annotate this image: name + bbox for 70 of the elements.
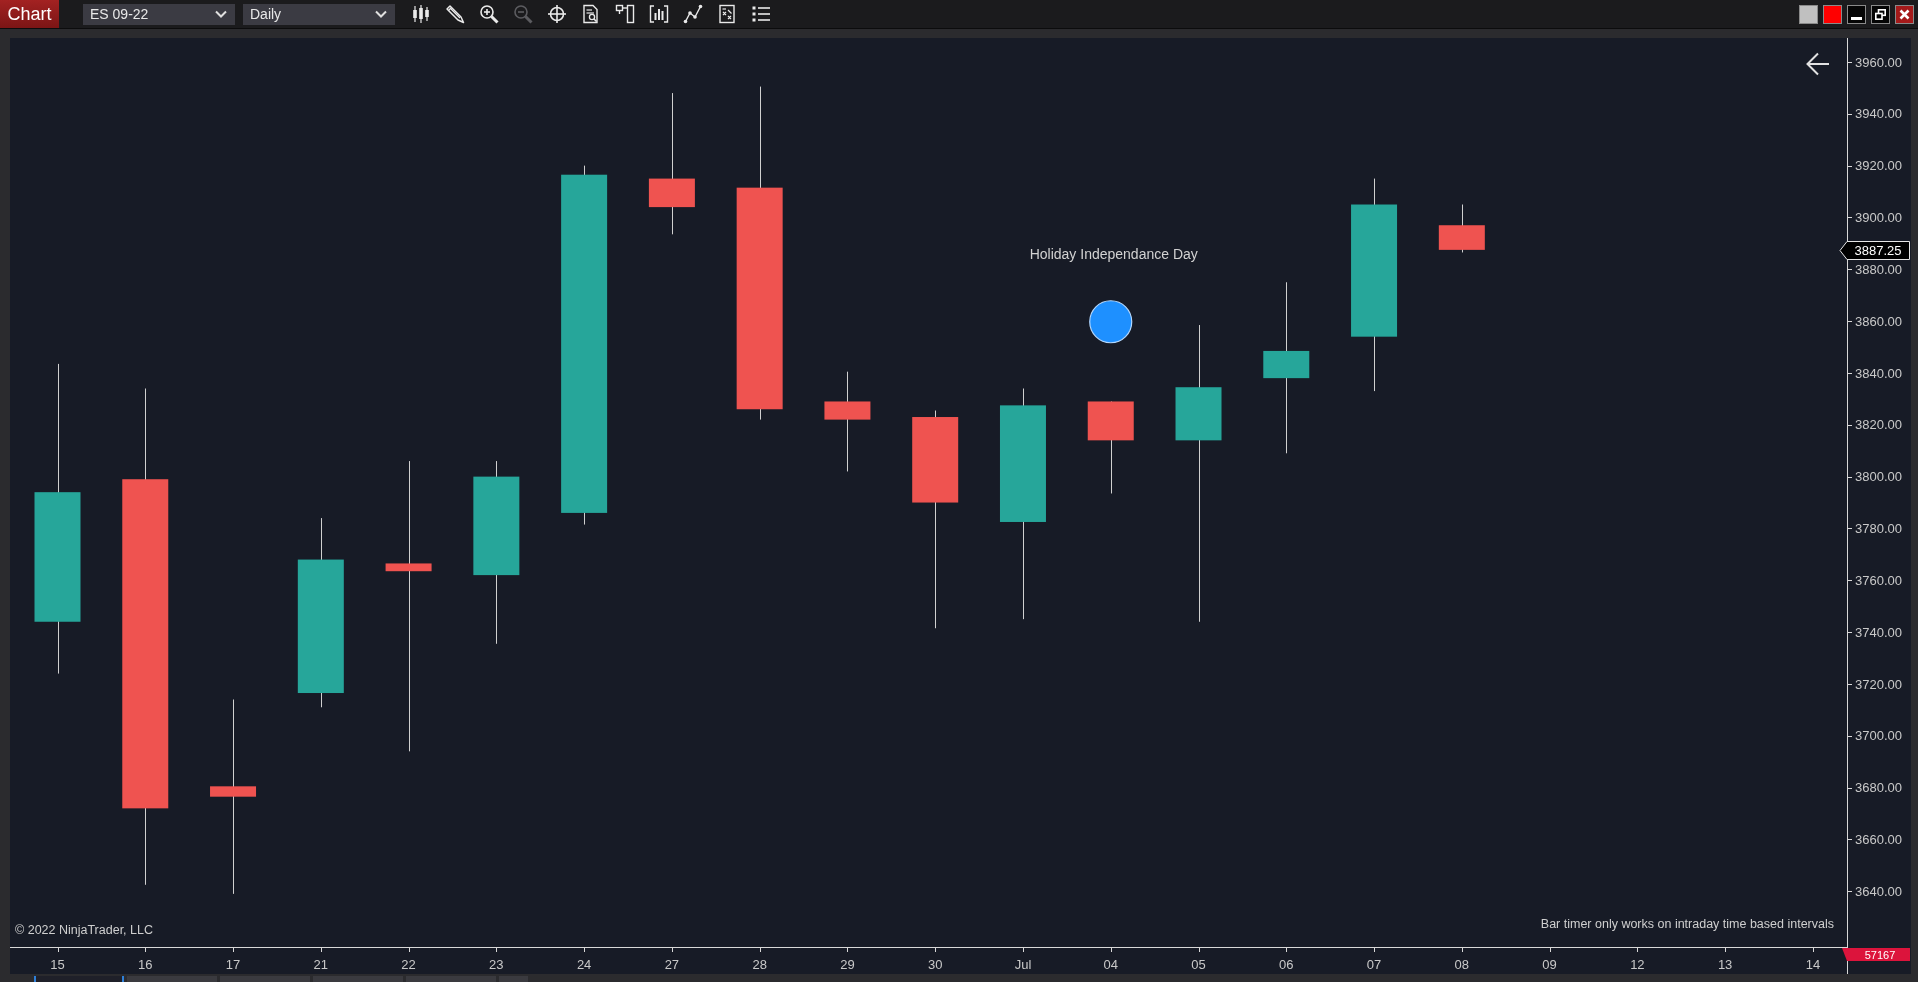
line-chart-icon[interactable]: [683, 4, 703, 24]
x-axis-label: 21: [313, 957, 329, 972]
minimize-icon: [1851, 16, 1862, 20]
y-axis-label: 3780.00: [1855, 521, 1902, 537]
link-button[interactable]: [1823, 4, 1842, 24]
x-axis-label: 05: [1191, 957, 1206, 972]
window-title: Chart: [0, 0, 59, 28]
y-axis-label: 3960.00: [1855, 54, 1902, 70]
x-axis-label: 24: [576, 957, 592, 972]
list-icon[interactable]: [751, 4, 771, 24]
copyright-text: © 2022 NinjaTrader, LLC: [15, 923, 153, 937]
document-icon[interactable]: [717, 4, 737, 24]
y-axis-label: 3640.00: [1855, 883, 1902, 899]
candle: [1438, 204, 1485, 253]
y-axis-label: 3760.00: [1855, 572, 1902, 588]
y-axis-label: 3680.00: [1855, 780, 1902, 796]
x-axis-label: 23: [489, 957, 504, 972]
y-axis-label: 3880.00: [1855, 261, 1902, 277]
x-axis-label: 16: [138, 957, 153, 972]
crosshair-icon[interactable]: [547, 4, 567, 24]
chevron-down-icon: [375, 10, 387, 18]
bar-timer-message: Bar timer only works on intraday time based intervals: [1540, 917, 1834, 931]
close-button[interactable]: [1895, 4, 1914, 24]
y-axis-label: 3720.00: [1855, 676, 1902, 692]
left-arrow-icon[interactable]: [1806, 52, 1830, 76]
restore-icon: [1875, 8, 1886, 20]
annotation-label: Holiday Independance Day: [1029, 245, 1198, 262]
y-axis-label: 3900.00: [1855, 210, 1902, 226]
bar-chart-icon[interactable]: [649, 4, 669, 24]
y-axis-label: 3800.00: [1855, 469, 1902, 485]
x-axis-label: 28: [752, 957, 767, 972]
x-axis-label: 30: [927, 957, 943, 972]
event-marker-icon[interactable]: [1089, 300, 1133, 344]
panels-icon[interactable]: [615, 4, 635, 24]
restore-button[interactable]: [1871, 4, 1890, 24]
y-axis-label: 3840.00: [1855, 365, 1902, 381]
x-axis-label: 17: [225, 957, 241, 972]
y-axis-label: 3740.00: [1855, 624, 1902, 640]
document-search-icon[interactable]: [581, 4, 601, 24]
x-axis-label: 12: [1630, 957, 1645, 972]
x-axis-label: 07: [1366, 957, 1382, 972]
x-axis-label: 29: [840, 957, 855, 972]
x-axis-label: 15: [50, 957, 65, 972]
instrument-dropdown[interactable]: ES 09-22: [83, 3, 235, 25]
x-axis-label: 14: [1805, 957, 1821, 972]
minimize-button[interactable]: [1847, 4, 1866, 24]
y-axis-label: 3920.00: [1855, 158, 1902, 174]
x-axis-label: 13: [1717, 957, 1733, 972]
candlestick-icon[interactable]: [411, 4, 431, 24]
y-axis-label: 3660.00: [1855, 832, 1902, 848]
x-axis-label: 22: [401, 957, 416, 972]
chart-tab[interactable]: [34, 976, 124, 982]
y-axis-label: 3700.00: [1855, 728, 1902, 744]
x-axis-label: 27: [664, 957, 680, 972]
x-axis-label: Jul: [1014, 957, 1032, 972]
x-axis-label: 06: [1279, 957, 1294, 972]
x-axis-label: 08: [1454, 957, 1470, 972]
x-axis-label: 09: [1542, 957, 1557, 972]
interval-dropdown[interactable]: Daily: [243, 3, 395, 25]
current-price-label: 3887.25: [1839, 241, 1910, 260]
y-axis-label: 3860.00: [1855, 313, 1902, 329]
chevron-down-icon: [215, 10, 227, 18]
x-axis-label: 04: [1103, 957, 1118, 972]
close-icon: [1899, 8, 1910, 20]
link-button[interactable]: [1799, 4, 1818, 24]
y-axis-label: 3820.00: [1855, 417, 1902, 433]
volume-label: 57167: [1842, 948, 1910, 961]
pencil-icon[interactable]: [445, 4, 465, 24]
y-axis-label: 3940.00: [1855, 106, 1902, 122]
zoom-in-icon[interactable]: [479, 4, 499, 24]
